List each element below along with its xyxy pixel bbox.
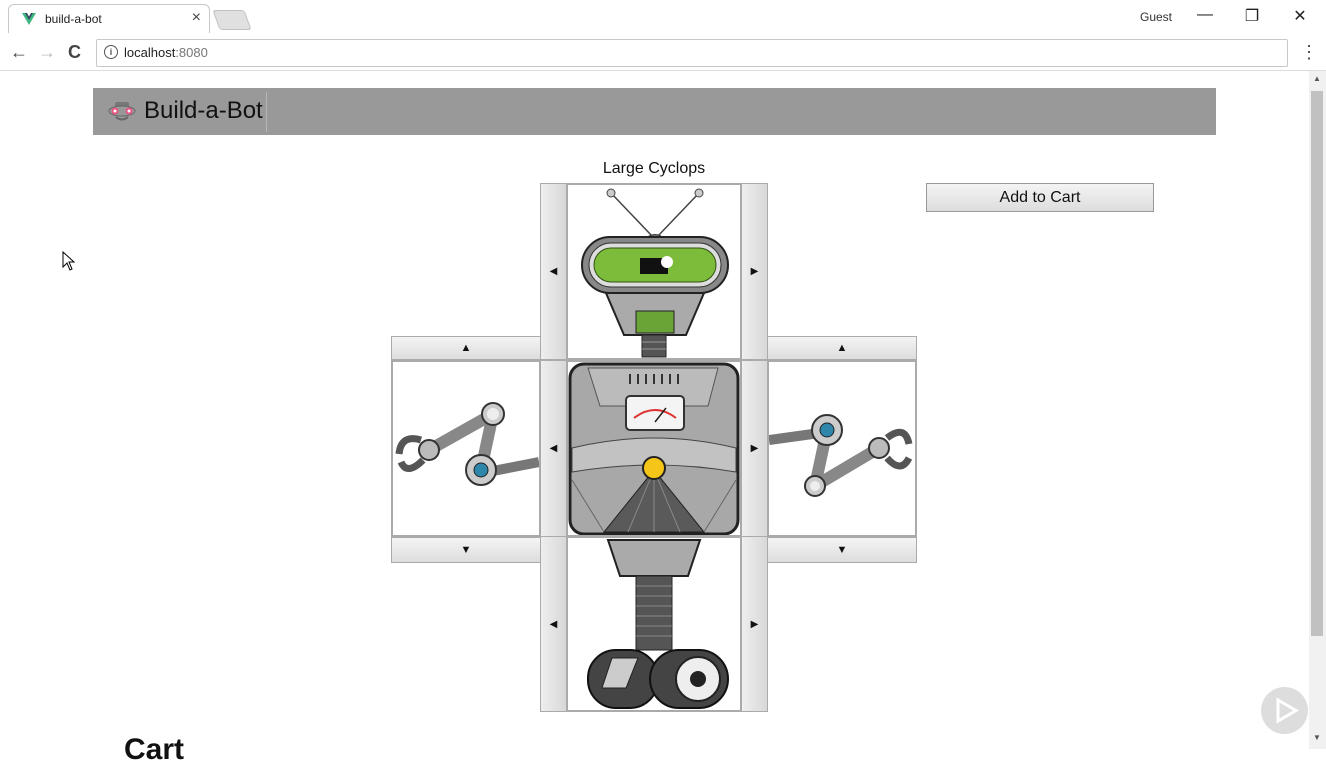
- reload-icon[interactable]: C: [68, 42, 81, 63]
- left-arm-next-button[interactable]: ▼: [391, 537, 541, 563]
- info-icon[interactable]: i: [104, 45, 118, 59]
- base-part: [566, 536, 742, 712]
- app-title: Build-a-Bot: [144, 97, 263, 124]
- window-close-button[interactable]: ✕: [1285, 6, 1315, 26]
- robot-logo-icon: [108, 102, 136, 121]
- browser-tab-bar: build-a-bot × Guest — ❐ ✕: [0, 0, 1326, 36]
- torso-image: [568, 362, 740, 536]
- wheel-base-image: [587, 539, 729, 709]
- play-overlay-button[interactable]: [1261, 687, 1308, 734]
- vue-logo-icon: [22, 13, 36, 25]
- right-arm-next-button[interactable]: ▼: [767, 537, 917, 563]
- scroll-thumb[interactable]: [1311, 91, 1323, 636]
- base-next-button[interactable]: ▶: [741, 536, 768, 712]
- back-arrow-icon[interactable]: ←: [10, 42, 28, 63]
- left-arm-part: [391, 360, 541, 537]
- browser-tab[interactable]: build-a-bot ×: [8, 4, 210, 33]
- header-divider: [266, 92, 267, 132]
- left-arm-prev-button[interactable]: ▲: [391, 336, 541, 360]
- torso-prev-button[interactable]: ◀: [540, 360, 567, 537]
- scroll-up-icon[interactable]: ▲: [1313, 74, 1321, 83]
- app-header: Build-a-Bot: [93, 88, 1216, 135]
- head-next-button[interactable]: ▶: [741, 183, 768, 360]
- minimize-button[interactable]: —: [1190, 6, 1220, 24]
- restore-button[interactable]: ❐: [1237, 6, 1267, 26]
- tab-close-icon[interactable]: ×: [192, 9, 201, 27]
- claw-arm-right-image: [768, 414, 913, 497]
- address-bar[interactable]: i localhost:8080: [96, 39, 1288, 67]
- browser-menu-icon[interactable]: ⋮: [1300, 42, 1318, 63]
- scroll-down-icon[interactable]: ▼: [1313, 733, 1321, 742]
- browser-toolbar: ← → C i localhost:8080 ⋮: [0, 36, 1326, 71]
- url-text: localhost:8080: [124, 45, 208, 60]
- new-tab-button[interactable]: [212, 10, 252, 30]
- forward-arrow-icon[interactable]: →: [38, 42, 56, 63]
- cyclops-head-image: [581, 188, 729, 358]
- profile-button[interactable]: Guest: [1140, 10, 1172, 24]
- torso-part: [566, 360, 742, 537]
- base-prev-button[interactable]: ◀: [540, 536, 567, 712]
- head-prev-button[interactable]: ◀: [540, 183, 567, 360]
- right-arm-part: [767, 360, 917, 537]
- mouse-cursor-icon: [62, 251, 76, 271]
- torso-next-button[interactable]: ▶: [741, 360, 768, 537]
- add-to-cart-button[interactable]: Add to Cart: [926, 183, 1154, 212]
- tab-title: build-a-bot: [45, 12, 102, 26]
- claw-arm-left-image: [395, 402, 540, 486]
- head-part: [566, 183, 742, 360]
- cart-heading: Cart: [124, 733, 185, 766]
- robot-name: Large Cyclops: [602, 160, 706, 177]
- page-scrollbar[interactable]: ▲ ▼: [1309, 71, 1326, 749]
- play-icon: [1276, 697, 1299, 724]
- right-arm-prev-button[interactable]: ▲: [767, 336, 917, 360]
